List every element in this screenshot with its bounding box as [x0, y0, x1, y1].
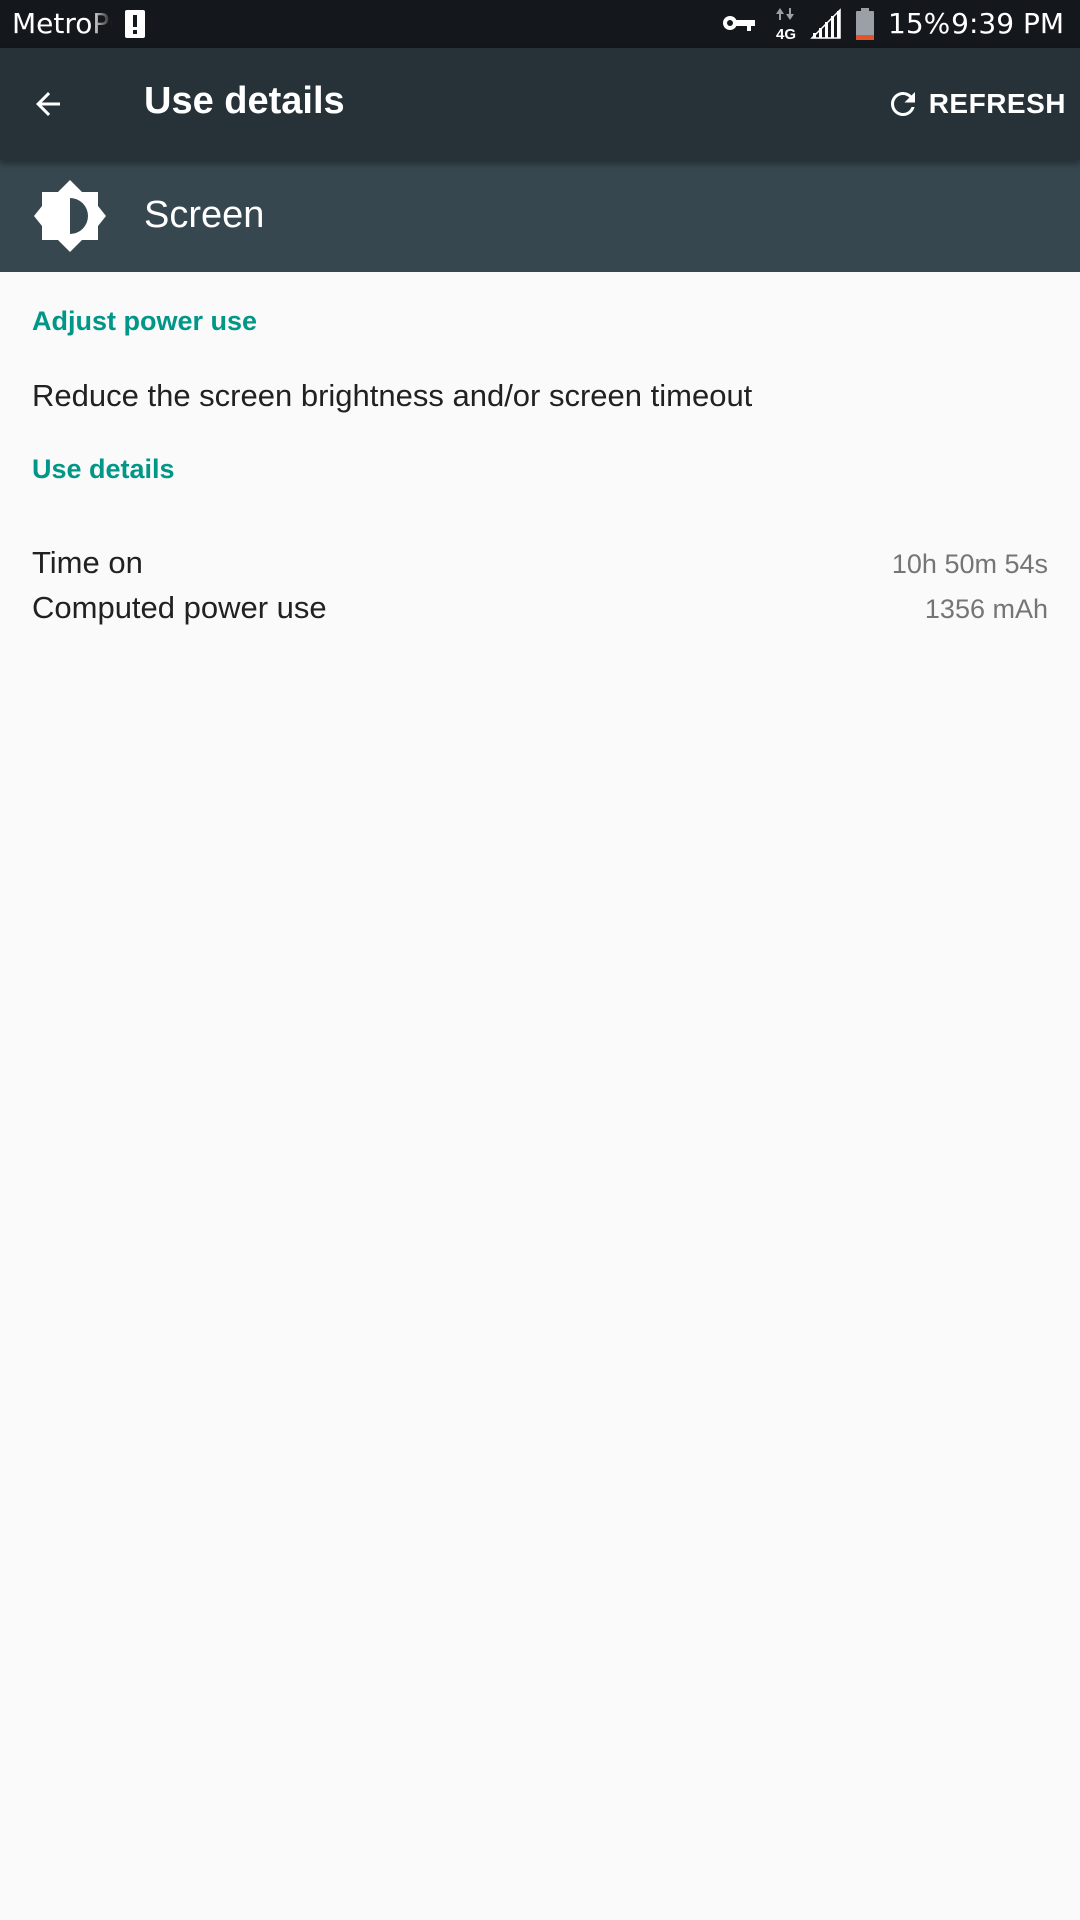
- detail-label: Time on: [32, 545, 143, 580]
- detail-label: Computed power use: [32, 590, 327, 625]
- vpn-key-icon: [723, 16, 755, 31]
- back-button[interactable]: [20, 76, 76, 132]
- arrow-back-icon: [36, 92, 60, 116]
- signal-icon: [810, 8, 841, 39]
- section-header-adjust-power: Adjust power use: [32, 306, 258, 336]
- status-bar: MetroPCS 4G 15% 9:39 PM: [0, 0, 1080, 48]
- page-title: Use details: [144, 80, 345, 122]
- battery-icon: [856, 8, 874, 40]
- battery-percent: 15%: [888, 7, 951, 40]
- detail-value: 1356 mAh: [924, 594, 1048, 624]
- adjust-power-text[interactable]: Reduce the screen brightness and/or scre…: [32, 378, 752, 414]
- detail-value: 10h 50m 54s: [891, 549, 1048, 579]
- app-header: Screen: [0, 160, 1080, 272]
- carrier-name: MetroPCS: [12, 7, 112, 40]
- refresh-label: REFRESH: [928, 88, 1066, 119]
- alert-icon: [125, 10, 145, 38]
- detail-row-time-on: Time on 10h 50m 54s: [32, 545, 1048, 589]
- network-type: 4G: [776, 26, 796, 42]
- detail-row-computed-power: Computed power use 1356 mAh: [32, 590, 1048, 634]
- app-bar: Use details REFRESH: [0, 48, 1080, 160]
- refresh-button[interactable]: REFRESH: [885, 78, 1066, 130]
- refresh-icon: [890, 92, 915, 116]
- section-header-use-details: Use details: [32, 454, 175, 484]
- brightness-icon: [34, 180, 106, 252]
- app-name: Screen: [144, 194, 265, 236]
- mobile-data-icon: 4G: [776, 8, 796, 42]
- clock: 9:39 PM: [951, 7, 1064, 40]
